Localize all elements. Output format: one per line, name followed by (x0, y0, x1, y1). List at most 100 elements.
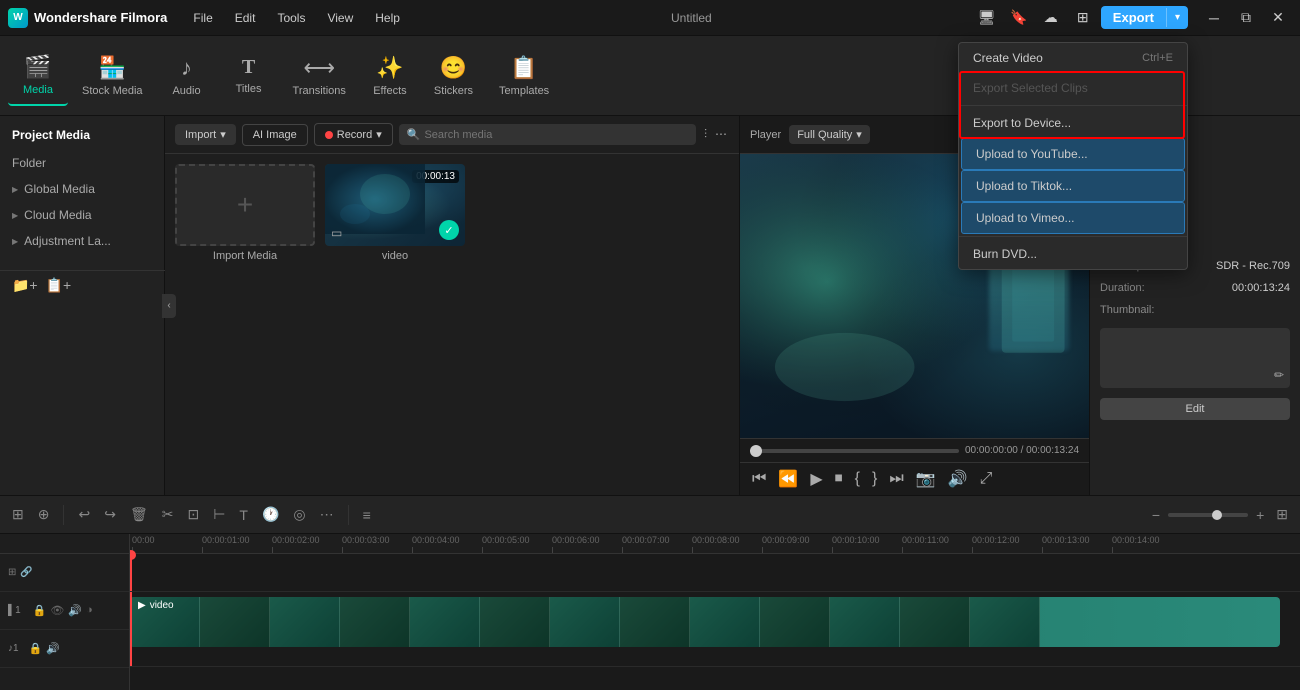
export-button[interactable]: Export ▾ Create Video Ctrl+E Export Sele… (1101, 6, 1188, 29)
dropdown-create-video[interactable]: Create Video Ctrl+E (959, 43, 1187, 73)
clip-prev-btn[interactable]: ⏭ (887, 468, 905, 490)
dropdown-upload-tiktok[interactable]: Upload to Tiktok... (961, 170, 1185, 202)
ruler-0: 00:00 (130, 535, 200, 553)
import-button[interactable]: Import ▾ (175, 124, 236, 145)
close-button[interactable]: ✕ (1264, 6, 1292, 30)
tl-more-1[interactable]: ⋯ (316, 504, 338, 525)
menu-help[interactable]: Help (365, 7, 410, 29)
snapshot-btn[interactable]: 📷 (914, 467, 938, 491)
playhead-bar[interactable] (750, 449, 959, 453)
sidebar-item-folder[interactable]: Folder (0, 150, 164, 176)
search-bar[interactable]: 🔍 (399, 124, 696, 145)
upload-vimeo-label: Upload to Vimeo... (976, 211, 1075, 225)
tl-sep-2 (348, 505, 349, 525)
ai-image-button[interactable]: AI Image (242, 124, 308, 146)
toolbar-stickers[interactable]: 😊 Stickers (422, 47, 485, 105)
quality-arrow: ▾ (856, 128, 862, 141)
audio-lock-icon[interactable]: 🔒 (29, 642, 43, 655)
monitor-icon[interactable]: 🖥 (973, 6, 1001, 30)
dropdown-upload-youtube[interactable]: Upload to YouTube... (961, 138, 1185, 170)
edit-button[interactable]: Edit (1100, 398, 1290, 420)
logo-icon: W (8, 8, 28, 28)
fullscreen-btn[interactable]: ⤢ (978, 468, 995, 490)
import-media-item[interactable]: + Import Media (175, 164, 315, 262)
video-solo-icon[interactable]: ◑ (86, 604, 93, 617)
search-input[interactable] (424, 129, 688, 141)
toolbar-effects[interactable]: ✨ Effects (360, 47, 420, 105)
sidebar-item-cloud-media[interactable]: ▶ Cloud Media (0, 202, 164, 228)
titles-label: Titles (236, 83, 262, 95)
frame-back-btn[interactable]: ⏪ (776, 467, 800, 491)
grid-view-btn[interactable]: ⊞ (1272, 504, 1292, 525)
tl-scissors[interactable]: ✂ (158, 504, 178, 525)
menu-view[interactable]: View (317, 7, 363, 29)
snap-icon: ⊞ (8, 567, 16, 578)
filter-icon[interactable]: ⫶ (702, 125, 709, 144)
video-mute-icon[interactable]: 🔊 (68, 604, 82, 617)
grid-icon[interactable]: ⊞ (1069, 6, 1097, 30)
video-media-item[interactable]: 00:00:13 (325, 164, 465, 262)
audio-btn[interactable]: 🔊 (946, 467, 970, 491)
sidebar-item-adjustment[interactable]: ▶ Adjustment La... (0, 228, 164, 254)
toolbar-titles[interactable]: T Titles (219, 48, 279, 103)
zoom-out-btn[interactable]: − (1148, 505, 1164, 525)
dropdown-upload-vimeo[interactable]: Upload to Vimeo... (961, 202, 1185, 234)
plus-icon: + (237, 189, 253, 221)
toolbar-stock-media[interactable]: 🏪 Stock Media (70, 47, 155, 105)
tl-delete[interactable]: 🗑 (126, 504, 152, 525)
more-icon[interactable]: ⋯ (713, 125, 729, 144)
stop-btn[interactable]: ⏹ (833, 468, 845, 490)
ruler-spacer (0, 534, 129, 554)
dropdown-export-device[interactable]: Export to Device... (959, 108, 1187, 138)
dropdown-burn-dvd[interactable]: Burn DVD... (959, 239, 1187, 269)
bookmark-icon[interactable]: 🔖 (1005, 6, 1033, 30)
zoom-slider[interactable] (1168, 513, 1248, 517)
video-clip[interactable]: ▶ video (130, 597, 1280, 647)
export-dropdown: Create Video Ctrl+E Export Selected Clip… (958, 42, 1188, 270)
tl-more-2[interactable]: ≡ (359, 505, 375, 525)
toolbar-audio[interactable]: ♪ Audio (157, 47, 217, 105)
toolbar-transitions[interactable]: ⟷ Transitions (281, 47, 358, 105)
upload-tiktok-label: Upload to Tiktok... (976, 179, 1072, 193)
tl-undo[interactable]: ↩ (74, 504, 94, 525)
audio-mute-icon[interactable]: 🔊 (46, 642, 60, 655)
add-folder-icon[interactable]: 📁+ (12, 277, 38, 294)
restore-button[interactable]: ⧉ (1232, 6, 1260, 30)
tl-trim[interactable]: ⊢ (209, 504, 229, 525)
sidebar-collapse-btn[interactable]: ‹ (162, 294, 176, 318)
arrow-icon-2: ▶ (12, 211, 18, 220)
tl-clock[interactable]: 🕐 (258, 504, 283, 525)
play-btn[interactable]: ▶ (808, 467, 824, 491)
video-lock-icon[interactable]: 🔒 (33, 604, 47, 617)
mark-in-btn[interactable]: { (853, 468, 862, 490)
tl-redo[interactable]: ↪ (100, 504, 120, 525)
thumbnail-edit-icon[interactable]: ✏ (1274, 368, 1284, 382)
menu-tools[interactable]: Tools (267, 7, 315, 29)
sidebar-item-global-media[interactable]: ▶ Global Media (0, 176, 164, 202)
skip-back-btn[interactable]: ⏮ (750, 468, 768, 490)
toolbar-templates[interactable]: 📋 Templates (487, 47, 561, 105)
tl-crop[interactable]: ⊡ (183, 504, 203, 525)
quality-select[interactable]: Full Quality ▾ (789, 125, 870, 144)
toolbar-media[interactable]: 🎬 Media (8, 46, 68, 106)
export-arrow[interactable]: ▾ (1166, 8, 1188, 27)
ruler-1: 00:00:01:00 (200, 535, 270, 553)
current-time: 00:00:00:00 / 00:00:13:24 (965, 445, 1079, 456)
menu-edit[interactable]: Edit (225, 7, 266, 29)
clip-thumb-8 (620, 597, 690, 647)
video-preview-svg (325, 164, 425, 234)
tl-magnet[interactable]: ⊕ (34, 504, 54, 525)
zoom-in-btn[interactable]: + (1252, 505, 1268, 525)
add-item-icon[interactable]: 📋+ (46, 277, 72, 294)
clip-thumbnails (130, 597, 1040, 647)
minimize-button[interactable]: ─ (1200, 6, 1228, 30)
tl-text[interactable]: T (235, 505, 252, 525)
menu-file[interactable]: File (183, 7, 222, 29)
left-sidebar: Project Media Folder ▶ Global Media ▶ Cl… (0, 116, 165, 495)
mark-out-btn[interactable]: } (870, 468, 879, 490)
tl-circle[interactable]: ◎ (289, 504, 309, 525)
tl-add-track[interactable]: ⊞ (8, 504, 28, 525)
cloud-icon[interactable]: ☁ (1037, 6, 1065, 30)
video-hide-icon[interactable]: 👁 (50, 604, 64, 617)
record-button[interactable]: Record ▾ (314, 123, 393, 146)
